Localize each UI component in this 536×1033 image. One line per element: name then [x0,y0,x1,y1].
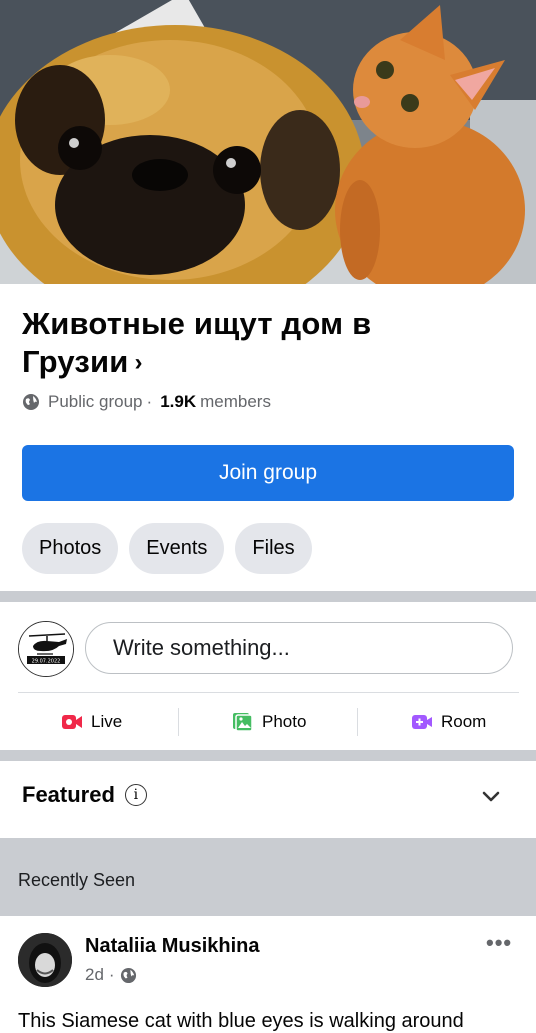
avatar-caption: 29.07.2022 [32,659,61,665]
live-label: Live [91,712,123,731]
privacy-label: Public group [48,392,143,411]
globe-icon [23,394,39,410]
post-time[interactable]: 2d [85,965,104,985]
group-title-line1: Животные ищут дом в [22,306,372,341]
photo-button[interactable]: Photo [232,705,306,739]
room-button[interactable]: Room [411,705,486,739]
join-group-button[interactable]: Join group [22,445,514,501]
members-count: 1.9K [160,392,197,411]
action-divider [178,708,179,736]
group-tabs: Photos Events Files [22,523,312,574]
photo-icon [233,713,253,732]
post-author-name[interactable]: Nataliia Musikhina [85,935,260,958]
cover-photo[interactable] [0,0,536,284]
post-meta: 2d · [85,965,137,985]
featured-header: Featured i [22,782,147,808]
section-divider [0,750,536,761]
room-icon [412,715,432,729]
featured-title: Featured [22,782,115,807]
group-title[interactable]: Животные ищут дом в Грузии › [22,305,462,384]
group-title-line2: Грузии [22,344,129,379]
tab-events[interactable]: Events [129,523,225,574]
recently-seen-section: Recently Seen [0,838,536,916]
post-text: This Siamese cat with blue eyes is walki… [18,1010,464,1032]
section-divider [0,591,536,602]
members-label: members [200,392,271,411]
group-meta: Public group · 1.9K members [22,392,271,412]
live-button[interactable]: Live [61,705,122,739]
photo-label: Photo [262,712,307,731]
action-divider [357,708,358,736]
live-video-icon [62,715,82,729]
room-label: Room [441,712,487,731]
tab-photos[interactable]: Photos [22,523,119,574]
chevron-down-icon[interactable] [481,790,501,804]
tab-files[interactable]: Files [235,523,312,574]
avatar[interactable]: 29.07.2022 [18,621,74,677]
helicopter-icon: 29.07.2022 [19,622,73,676]
post-meta-separator: · [108,965,115,984]
write-something-input[interactable]: Write something... [85,622,513,674]
meta-separator: · [146,392,153,411]
globe-icon [120,967,136,983]
composer-divider [18,692,519,693]
recently-seen-label: Recently Seen [18,870,136,890]
post-author-avatar[interactable] [18,933,72,987]
chevron-right-icon: › [134,349,143,376]
info-icon[interactable]: i [124,784,147,806]
more-options-icon[interactable]: ••• [486,930,512,956]
